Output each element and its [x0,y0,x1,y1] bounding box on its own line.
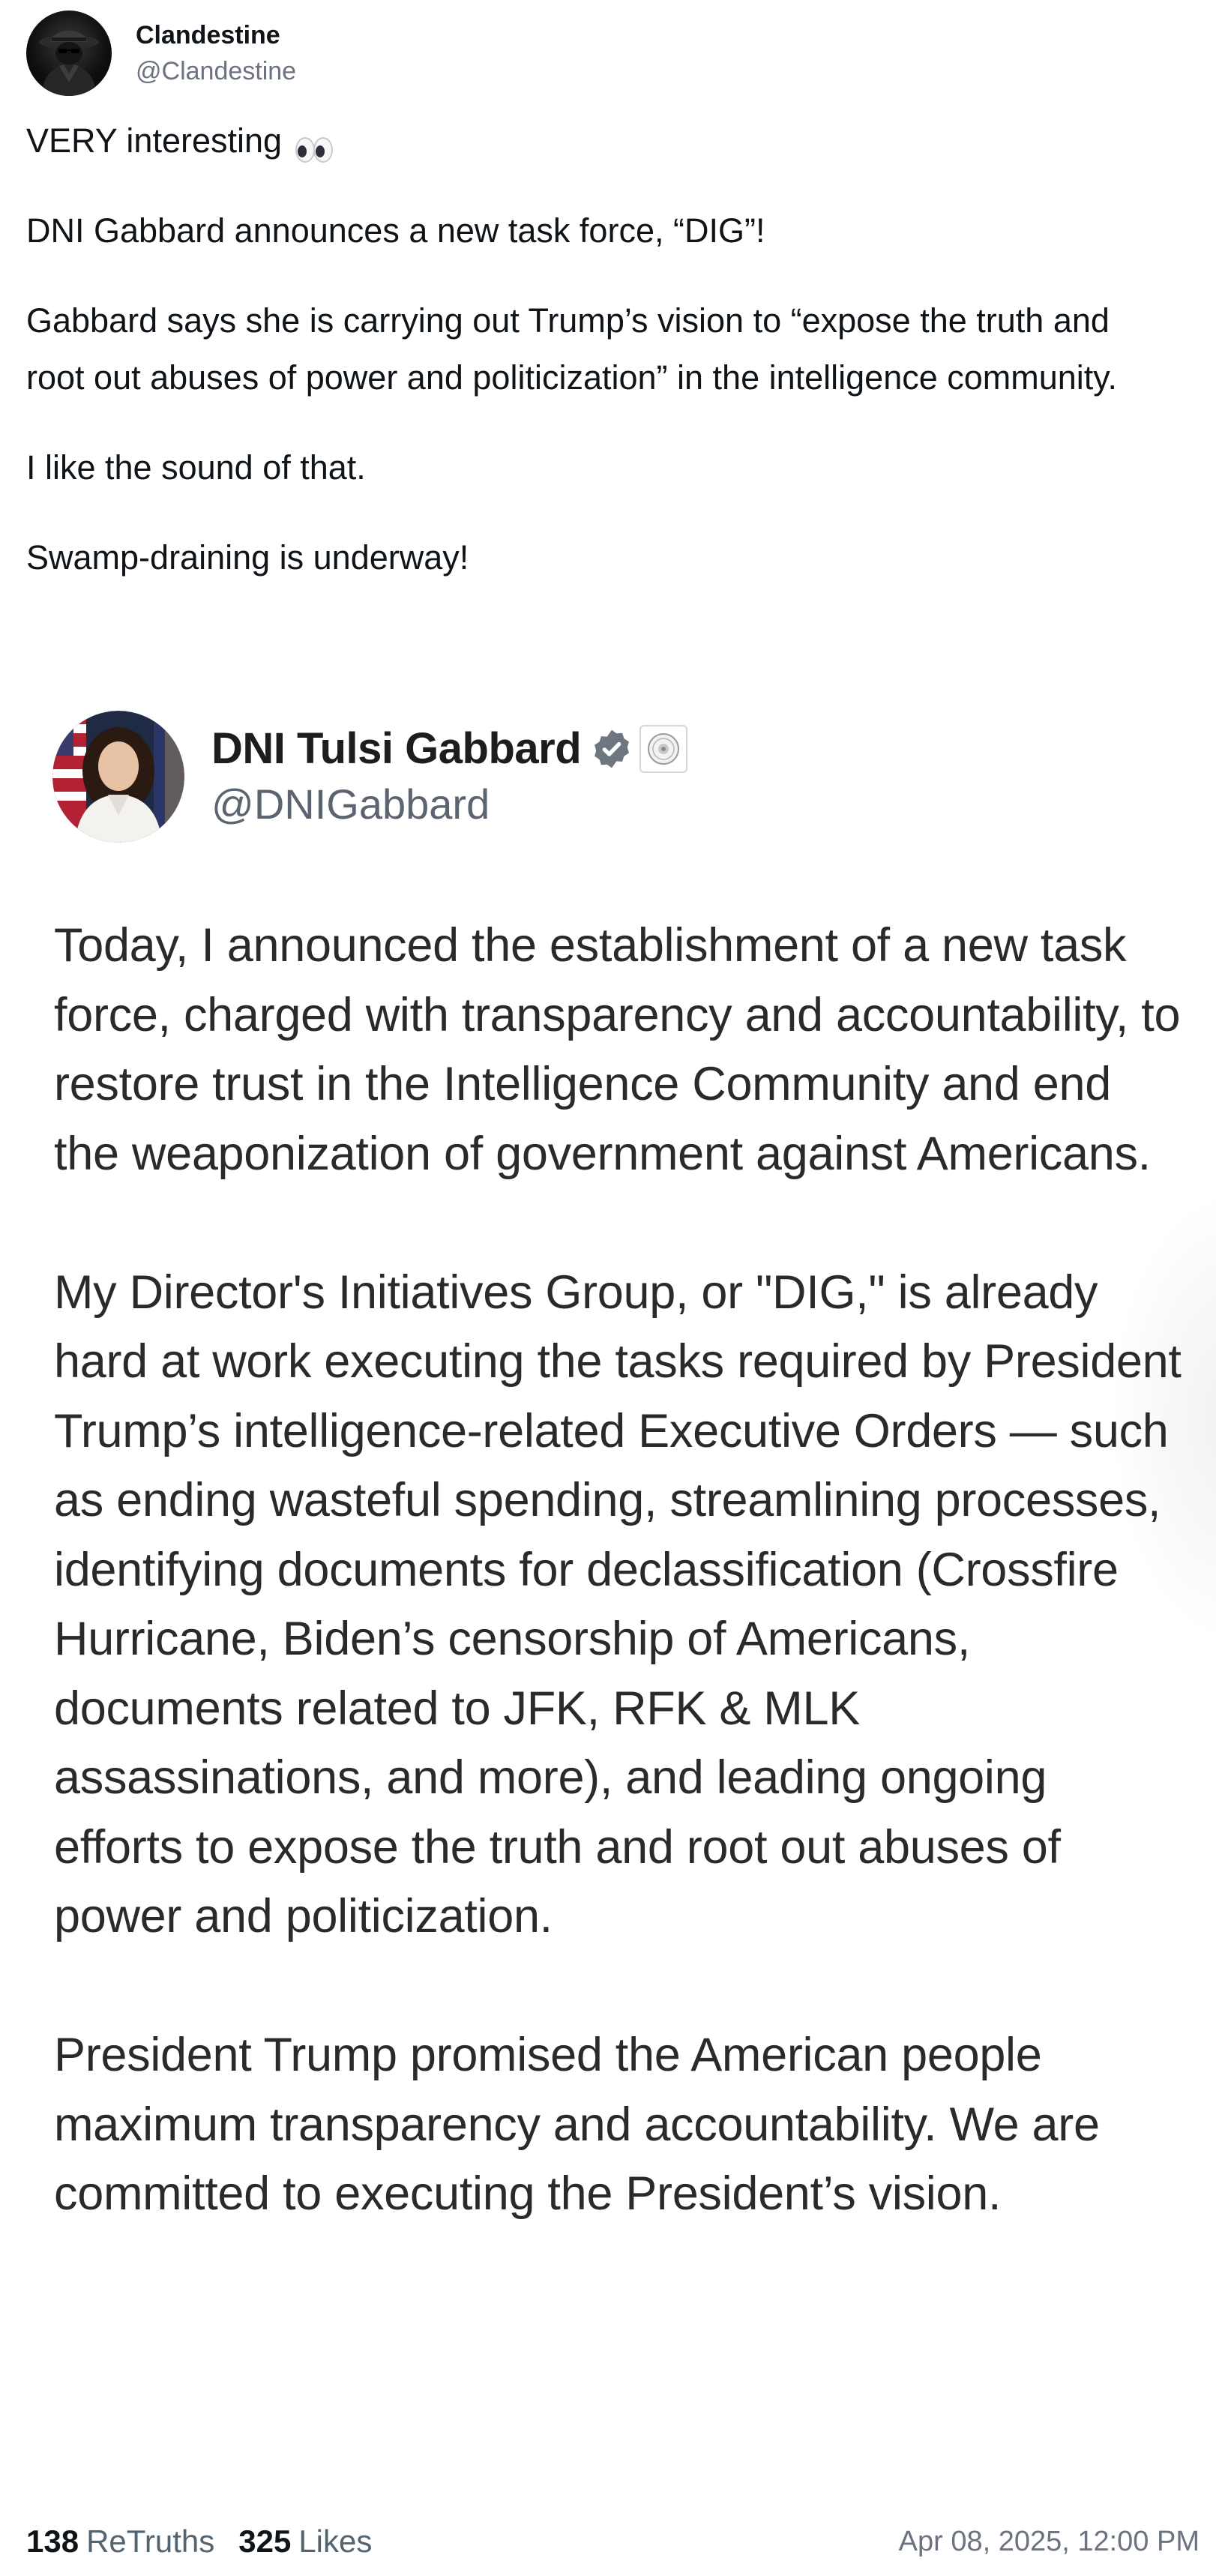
avatar[interactable] [26,10,112,96]
post-card: Clandestine @Clandestine VERY interestin… [0,0,1216,2576]
post-body: VERY interesting DNI Gabbard announces a… [26,112,1166,619]
embedded-post-header: DNI Tulsi Gabbard @DNIGabbard [52,711,688,843]
post-footer: 138 ReTruths 325 Likes Apr 08, 2025, 12:… [26,2519,1200,2564]
embedded-display-name: DNI Tulsi Gabbard [211,724,582,773]
author-handle[interactable]: @Clandestine [136,55,296,88]
likes-stat[interactable]: 325 Likes [238,2524,372,2560]
retruths-stat[interactable]: 138 ReTruths [26,2524,214,2560]
portrait-photo [52,711,184,843]
embedded-handle: @DNIGabbard [211,780,490,828]
likes-label: Likes [298,2524,373,2559]
embedded-paragraph: My Director's Initiatives Group, or "DIG… [54,1266,1182,1943]
post-paragraph: VERY interesting [26,112,1166,169]
post-paragraph: I like the sound of that. [26,448,366,487]
verified-badge-icon [595,729,630,768]
post-paragraph: Gabbard says she is carrying out Trump’s… [26,301,1117,397]
embedded-avatar [52,711,184,843]
author-display-name[interactable]: Clandestine [136,19,296,52]
post-header: Clandestine @Clandestine [26,10,296,96]
retruths-count: 138 [26,2524,79,2559]
retruths-label: ReTruths [86,2524,215,2559]
likes-count: 325 [238,2524,292,2559]
eyes-icon [294,125,334,163]
author-names: Clandestine @Clandestine [136,19,296,88]
embedded-paragraph: Today, I announced the establishment of … [54,919,1181,1180]
embedded-post-body: Today, I announced the establishment of … [54,911,1186,2298]
embedded-author-names: DNI Tulsi Gabbard @DNIGabbard [211,722,688,831]
embedded-paragraph: President Trump promised the American pe… [54,2029,1100,2220]
post-timestamp[interactable]: Apr 08, 2025, 12:00 PM [899,2526,1200,2558]
post-paragraph-text: VERY interesting [26,121,283,160]
post-paragraph: DNI Gabbard announces a new task force, … [26,211,765,250]
spy-silhouette-icon [39,30,99,96]
embedded-name-row: DNI Tulsi Gabbard [211,722,688,776]
embedded-post-image[interactable]: DNI Tulsi Gabbard @DNIGabbard Today, I a… [0,675,1216,2504]
government-seal-icon [639,725,688,773]
post-paragraph: Swamp-draining is underway! [26,538,469,577]
